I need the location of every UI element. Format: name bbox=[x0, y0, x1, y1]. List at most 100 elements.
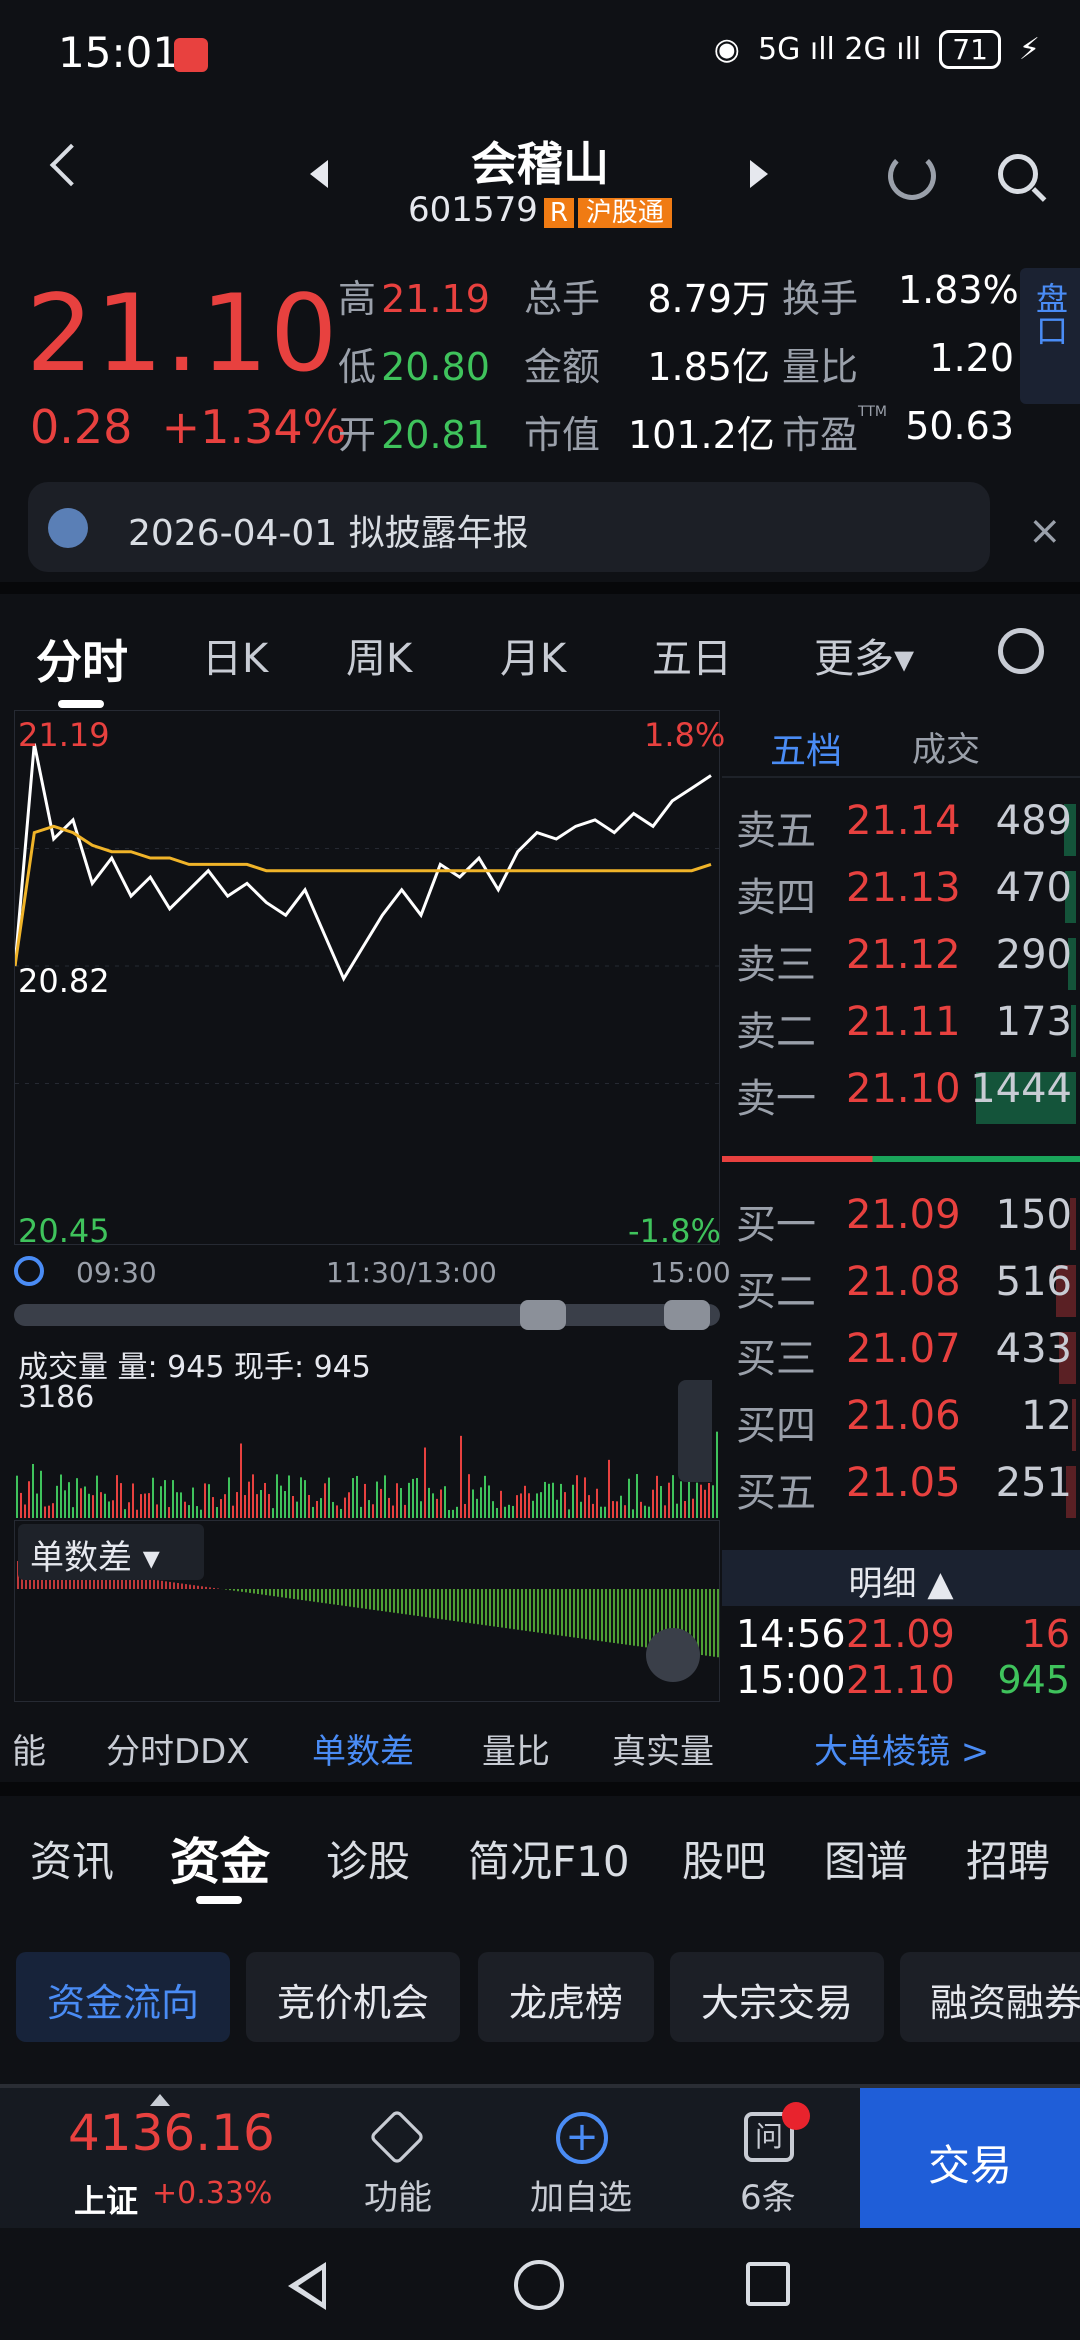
buy-row[interactable]: 买二 21.08 516 bbox=[722, 1259, 1080, 1325]
volume-bar bbox=[468, 1474, 470, 1518]
indicator-select[interactable]: 单数差 ▾ bbox=[18, 1524, 204, 1580]
sell-volume: 1444 bbox=[970, 1066, 1072, 1112]
tab-f10[interactable]: 简况F10 bbox=[468, 1828, 630, 1889]
tab-daily-k[interactable]: 日K bbox=[202, 626, 268, 684]
tab-diagnosis[interactable]: 诊股 bbox=[326, 1828, 410, 1889]
chart-scrollbar[interactable] bbox=[14, 1304, 720, 1326]
danshucha-bar bbox=[277, 1589, 279, 1597]
buy-row[interactable]: 买五 21.05 251 bbox=[722, 1460, 1080, 1526]
sell-row[interactable]: 卖三 21.12 290 bbox=[722, 932, 1080, 998]
search-icon[interactable] bbox=[998, 154, 1038, 194]
indicator-ddx[interactable]: 分时DDX bbox=[106, 1724, 250, 1773]
nav-home-icon[interactable] bbox=[514, 2260, 564, 2310]
detail-header[interactable]: 明细 ▲ bbox=[722, 1550, 1080, 1606]
func-button-label[interactable]: 功能 bbox=[364, 2170, 432, 2219]
volume-bar bbox=[504, 1506, 506, 1518]
chip-margin[interactable]: 融资融券 bbox=[900, 1952, 1080, 2042]
volume-bar bbox=[60, 1474, 62, 1518]
tab-fund[interactable]: 资金 bbox=[170, 1822, 270, 1894]
scroll-handle-left[interactable] bbox=[520, 1300, 566, 1330]
volume-bar bbox=[580, 1501, 582, 1518]
buy-row[interactable]: 买一 21.09 150 bbox=[722, 1192, 1080, 1258]
danshucha-bar bbox=[153, 1579, 155, 1589]
volume-bar bbox=[124, 1509, 126, 1518]
panel-collapse-handle[interactable] bbox=[678, 1380, 712, 1482]
tab-more[interactable]: 更多▾ bbox=[814, 626, 914, 684]
next-stock-icon[interactable] bbox=[750, 160, 768, 188]
scroll-handle-right[interactable] bbox=[664, 1300, 710, 1330]
tab-chengjiao[interactable]: 成交 bbox=[912, 722, 980, 771]
sell-row[interactable]: 卖一 21.10 1444 bbox=[722, 1066, 1080, 1132]
open-label: 开 bbox=[338, 413, 377, 457]
buy-row[interactable]: 买四 21.06 12 bbox=[722, 1393, 1080, 1459]
volume-bar bbox=[296, 1501, 298, 1518]
indicator-dadan-lingjing[interactable]: 大单棱镜 > bbox=[814, 1724, 989, 1773]
add-circle-icon[interactable]: + bbox=[556, 2112, 608, 2164]
trade-detail-row: 14:56 21.09 16 bbox=[736, 1612, 1070, 1656]
indicator-zhenshiliang[interactable]: 真实量 bbox=[612, 1724, 714, 1773]
tab-graph[interactable]: 图谱 bbox=[824, 1828, 908, 1889]
danshucha-bar bbox=[537, 1589, 539, 1633]
battery-icon: 71 bbox=[939, 30, 1001, 69]
volume-bar bbox=[648, 1506, 650, 1518]
volume-bar bbox=[428, 1487, 430, 1518]
volume-bar bbox=[572, 1484, 574, 1518]
refresh-icon[interactable] bbox=[888, 152, 936, 200]
status-icons: ◉ 5G ıll 2G ıll 71 ⚡ bbox=[714, 30, 1040, 69]
indicator-liangbi[interactable]: 量比 bbox=[482, 1724, 550, 1773]
tab-weekly-k[interactable]: 周K bbox=[346, 626, 412, 684]
buy-row[interactable]: 买三 21.07 433 bbox=[722, 1326, 1080, 1392]
pankou-button[interactable]: 盘口 bbox=[1020, 268, 1080, 404]
tab-fenshi[interactable]: 分时 bbox=[36, 626, 128, 692]
sell-row[interactable]: 卖二 21.11 173 bbox=[722, 999, 1080, 1065]
sell-label: 卖四 bbox=[736, 875, 816, 921]
danshucha-bar bbox=[185, 1584, 187, 1589]
sell-row[interactable]: 卖五 21.14 489 bbox=[722, 798, 1080, 864]
chip-block-trade[interactable]: 大宗交易 bbox=[670, 1952, 884, 2042]
volume-bar bbox=[20, 1492, 22, 1518]
danshucha-bar bbox=[293, 1589, 295, 1599]
volume-bar bbox=[160, 1486, 162, 1518]
time-circle-icon[interactable] bbox=[14, 1256, 44, 1286]
danshucha-bar bbox=[381, 1589, 383, 1612]
danshucha-bar bbox=[145, 1578, 147, 1589]
volume-bar bbox=[300, 1477, 302, 1518]
tab-forum[interactable]: 股吧 bbox=[682, 1828, 766, 1889]
time-axis: 09:30 11:30/13:00 15:00 bbox=[14, 1252, 731, 1292]
indicator-neng[interactable]: 能 bbox=[12, 1724, 46, 1773]
close-icon[interactable]: × bbox=[1028, 508, 1062, 554]
tab-recruit[interactable]: 招聘 bbox=[966, 1828, 1050, 1889]
chip-fund-flow[interactable]: 资金流向 bbox=[16, 1952, 230, 2042]
chip-dragon-tiger[interactable]: 龙虎榜 bbox=[478, 1952, 654, 2042]
danshucha-bar bbox=[257, 1589, 259, 1594]
ask-count-label[interactable]: 6条 bbox=[740, 2170, 796, 2219]
app-notification-icon bbox=[174, 38, 208, 72]
nav-recent-icon[interactable] bbox=[746, 2262, 790, 2306]
volume-bar bbox=[192, 1487, 194, 1518]
gear-icon[interactable] bbox=[998, 628, 1044, 674]
danshucha-bar bbox=[401, 1589, 403, 1614]
volume-bar bbox=[620, 1495, 622, 1518]
index-value[interactable]: 4136.16 bbox=[68, 2104, 275, 2162]
indicator-danshucha[interactable]: 单数差 bbox=[312, 1724, 414, 1773]
volume-bar bbox=[72, 1507, 74, 1518]
volume-bar bbox=[164, 1480, 166, 1518]
trade-button[interactable]: 交易 bbox=[860, 2088, 1080, 2228]
volume-bar bbox=[520, 1493, 522, 1518]
tab-monthly-k[interactable]: 月K bbox=[500, 626, 566, 684]
tab-five-day[interactable]: 五日 bbox=[652, 626, 732, 684]
danshucha-bar bbox=[469, 1589, 471, 1624]
expand-icon[interactable] bbox=[646, 1628, 700, 1682]
add-watchlist-label[interactable]: 加自选 bbox=[530, 2170, 632, 2219]
chip-auction[interactable]: 竞价机会 bbox=[246, 1952, 460, 2042]
tab-news[interactable]: 资讯 bbox=[30, 1828, 114, 1889]
volume-bar bbox=[208, 1484, 210, 1518]
intraday-chart[interactable] bbox=[13, 710, 721, 1245]
volume-bar bbox=[452, 1509, 454, 1518]
trade-time: 14:56 bbox=[736, 1612, 846, 1656]
notice-banner[interactable]: 2026-04-01 拟披露年报 bbox=[28, 482, 990, 572]
sell-row[interactable]: 卖四 21.13 470 bbox=[722, 865, 1080, 931]
notification-dot bbox=[782, 2102, 810, 2130]
volume-bar bbox=[656, 1475, 658, 1518]
tab-wudang[interactable]: 五档 bbox=[770, 722, 842, 774]
